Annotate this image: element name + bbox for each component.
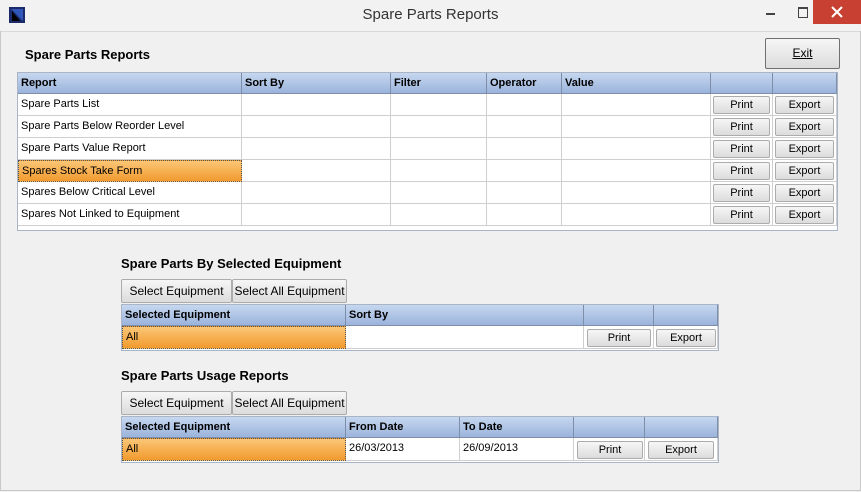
print-cell: Print bbox=[711, 204, 773, 226]
to-date-cell[interactable]: 26/09/2013 bbox=[460, 438, 574, 461]
operator-cell[interactable] bbox=[487, 160, 562, 182]
value-cell[interactable] bbox=[562, 116, 711, 138]
operator-cell[interactable] bbox=[487, 182, 562, 204]
export-button[interactable]: Export bbox=[775, 96, 834, 114]
title-bar: Spare Parts Reports bbox=[0, 0, 861, 32]
selected-equipment-cell[interactable]: All bbox=[122, 326, 346, 349]
print-cell: Print bbox=[711, 138, 773, 160]
usage-select-all-equipment-button[interactable]: Select All Equipment bbox=[232, 391, 347, 415]
sort-by-cell[interactable] bbox=[242, 204, 391, 226]
export-button[interactable]: Export bbox=[775, 140, 834, 158]
sort-by-cell[interactable] bbox=[242, 182, 391, 204]
col-header-operator[interactable]: Operator bbox=[487, 73, 562, 94]
report-cell[interactable]: Spares Not Linked to Equipment bbox=[18, 204, 242, 226]
usage-export-button[interactable]: Export bbox=[648, 441, 714, 459]
exit-button[interactable]: Exit bbox=[765, 38, 840, 69]
col-header-export bbox=[645, 417, 718, 438]
col-header-sort-by[interactable]: Sort By bbox=[242, 73, 391, 94]
sort-by-cell[interactable] bbox=[242, 116, 391, 138]
value-cell[interactable] bbox=[562, 94, 711, 116]
value-cell[interactable] bbox=[562, 160, 711, 182]
filter-cell[interactable] bbox=[391, 160, 487, 182]
col-header-selected-equipment[interactable]: Selected Equipment bbox=[122, 305, 346, 326]
col-header-value[interactable]: Value bbox=[562, 73, 711, 94]
export-cell: Export bbox=[773, 204, 837, 226]
print-button[interactable]: Print bbox=[713, 96, 770, 114]
usage-select-equipment-button[interactable]: Select Equipment bbox=[121, 391, 232, 415]
close-icon[interactable] bbox=[813, 0, 861, 24]
window-title: Spare Parts Reports bbox=[362, 6, 499, 23]
usage-export-cell: Export bbox=[645, 438, 718, 461]
print-cell: Print bbox=[711, 94, 773, 116]
usage-selected-equipment-cell[interactable]: All bbox=[122, 438, 346, 461]
col-header-filter[interactable]: Filter bbox=[391, 73, 487, 94]
col-header-export bbox=[773, 73, 837, 94]
usage-print-button[interactable]: Print bbox=[577, 441, 643, 459]
print-cell: Print bbox=[584, 326, 654, 349]
usage-print-cell: Print bbox=[574, 438, 645, 461]
operator-cell[interactable] bbox=[487, 204, 562, 226]
print-cell: Print bbox=[711, 116, 773, 138]
export-cell: Export bbox=[773, 160, 837, 182]
value-cell[interactable] bbox=[562, 182, 711, 204]
operator-cell[interactable] bbox=[487, 116, 562, 138]
export-cell: Export bbox=[773, 116, 837, 138]
print-button[interactable]: Print bbox=[713, 118, 770, 136]
print-button[interactable]: Print bbox=[713, 206, 770, 224]
report-cell[interactable]: Spare Parts Below Reorder Level bbox=[18, 116, 242, 138]
filter-cell[interactable] bbox=[391, 138, 487, 160]
print-button[interactable]: Print bbox=[713, 162, 770, 180]
sort-by-cell[interactable] bbox=[242, 160, 391, 182]
export-button[interactable]: Export bbox=[775, 184, 834, 202]
by-equipment-grid: Selected Equipment Sort By All Print Exp… bbox=[121, 304, 719, 351]
col-header-from-date[interactable]: From Date bbox=[346, 417, 460, 438]
print-button[interactable]: Print bbox=[713, 184, 770, 202]
value-cell[interactable] bbox=[562, 204, 711, 226]
print-button[interactable]: Print bbox=[587, 329, 651, 347]
select-all-equipment-button[interactable]: Select All Equipment bbox=[232, 279, 347, 303]
usage-grid: Selected Equipment From Date To Date All… bbox=[121, 416, 719, 463]
export-cell: Export bbox=[773, 94, 837, 116]
operator-cell[interactable] bbox=[487, 138, 562, 160]
select-equipment-button[interactable]: Select Equipment bbox=[121, 279, 232, 303]
export-button[interactable]: Export bbox=[656, 329, 716, 347]
col-header-sort-by[interactable]: Sort By bbox=[346, 305, 584, 326]
sort-by-cell[interactable] bbox=[242, 94, 391, 116]
filter-cell[interactable] bbox=[391, 94, 487, 116]
col-header-to-date[interactable]: To Date bbox=[460, 417, 574, 438]
minimize-icon[interactable] bbox=[750, 0, 790, 24]
export-cell: Export bbox=[773, 182, 837, 204]
by-equipment-heading: Spare Parts By Selected Equipment bbox=[121, 256, 342, 271]
print-button[interactable]: Print bbox=[713, 140, 770, 158]
exit-label: Exit bbox=[792, 46, 813, 60]
filter-cell[interactable] bbox=[391, 116, 487, 138]
print-cell: Print bbox=[711, 160, 773, 182]
export-button[interactable]: Export bbox=[775, 118, 834, 136]
sort-by-cell[interactable] bbox=[242, 138, 391, 160]
export-cell: Export bbox=[654, 326, 718, 349]
report-cell[interactable]: Spare Parts Value Report bbox=[18, 138, 242, 160]
reports-grid: Report Sort By Filter Operator Value Spa… bbox=[17, 72, 838, 231]
value-cell[interactable] bbox=[562, 138, 711, 160]
reports-heading: Spare Parts Reports bbox=[25, 47, 150, 62]
col-header-report[interactable]: Report bbox=[18, 73, 242, 94]
col-header-print bbox=[584, 305, 654, 326]
print-cell: Print bbox=[711, 182, 773, 204]
col-header-selected-equipment[interactable]: Selected Equipment bbox=[122, 417, 346, 438]
report-cell[interactable]: Spare Parts List bbox=[18, 94, 242, 116]
filter-cell[interactable] bbox=[391, 182, 487, 204]
from-date-cell[interactable]: 26/03/2013 bbox=[346, 438, 460, 461]
col-header-export bbox=[654, 305, 718, 326]
report-cell[interactable]: Spares Stock Take Form bbox=[18, 160, 242, 182]
col-header-print bbox=[711, 73, 773, 94]
col-header-print bbox=[574, 417, 645, 438]
export-button[interactable]: Export bbox=[775, 162, 834, 180]
sort-by-cell[interactable] bbox=[346, 326, 584, 349]
report-cell[interactable]: Spares Below Critical Level bbox=[18, 182, 242, 204]
usage-heading: Spare Parts Usage Reports bbox=[121, 368, 289, 383]
export-cell: Export bbox=[773, 138, 837, 160]
filter-cell[interactable] bbox=[391, 204, 487, 226]
operator-cell[interactable] bbox=[487, 94, 562, 116]
export-button[interactable]: Export bbox=[775, 206, 834, 224]
